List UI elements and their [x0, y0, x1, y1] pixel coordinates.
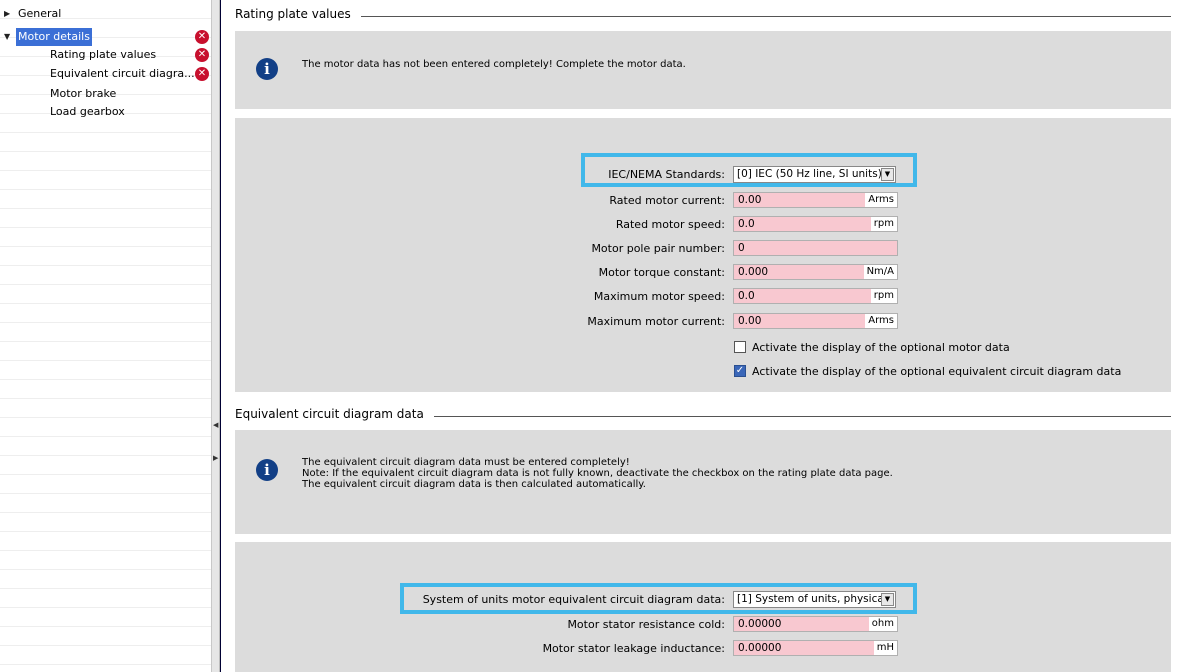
info-panel-ecd: i The equivalent circuit diagram data mu… — [235, 430, 1171, 534]
optional-motor-data-checkbox[interactable]: Activate the display of the optional mot… — [734, 338, 1010, 356]
tree-item-equivalent-circuit[interactable]: Equivalent circuit diagra... — [48, 65, 197, 83]
field-label: Rated motor speed: — [615, 217, 725, 231]
torque-constant-input[interactable]: 0.000 Nm/A — [733, 264, 898, 280]
field-label: Maximum motor current: — [587, 314, 725, 328]
tree-item-general[interactable]: ▶ General — [4, 5, 63, 23]
section-divider — [433, 415, 1171, 417]
unit-label: ohm — [868, 617, 897, 631]
ecd-form-panel: System of units motor equivalent circuit… — [235, 542, 1171, 672]
pole-pair-input[interactable]: 0 — [733, 240, 898, 256]
info-line: Note: If the equivalent circuit diagram … — [302, 468, 893, 479]
content-pane: Rating plate values i The motor data has… — [221, 0, 1178, 672]
units-row: System of units motor equivalent circuit… — [235, 590, 896, 608]
navigation-tree: ▶ General ▼ Motor details Rating plate v… — [0, 0, 212, 672]
field-value: 0.00 — [738, 194, 762, 206]
torque-constant-row: Motor torque constant: 0.000 Nm/A — [235, 263, 898, 281]
section-header-ecd: Equivalent circuit diagram data — [235, 405, 1171, 423]
chevron-down-icon[interactable]: ▼ — [881, 592, 894, 606]
section-title: Equivalent circuit diagram data — [235, 407, 424, 421]
expand-arrow-icon[interactable]: ▶ — [4, 5, 16, 23]
standards-dropdown[interactable]: [0] IEC (50 Hz line, SI units) ▼ — [733, 165, 896, 183]
chevron-down-icon[interactable]: ▼ — [881, 167, 894, 181]
max-current-input[interactable]: 0.00 Arms — [733, 313, 898, 329]
tree-item-motor-details[interactable]: ▼ Motor details — [4, 28, 92, 46]
checkbox-label: Activate the display of the optional equ… — [752, 364, 1122, 378]
rated-current-input[interactable]: 0.00 Arms — [733, 192, 898, 208]
units-label: System of units motor equivalent circuit… — [422, 592, 725, 606]
field-label: Motor torque constant: — [598, 265, 725, 279]
field-value: 0.0 — [738, 218, 755, 230]
optional-ecd-data-checkbox[interactable]: ✓ Activate the display of the optional e… — [734, 362, 1121, 380]
rated-current-row: Rated motor current: 0.00 Arms — [235, 191, 898, 209]
tree-item-motor-brake[interactable]: Motor brake — [48, 85, 118, 103]
unit-label: rpm — [870, 289, 897, 303]
field-value: 0.000 — [738, 266, 769, 278]
stator-resistance-row: Motor stator resistance cold: 0.00000 oh… — [235, 615, 898, 633]
rated-speed-input[interactable]: 0.0 rpm — [733, 216, 898, 232]
tree-item-label: Motor brake — [50, 87, 117, 100]
error-icon: ✕ — [195, 67, 209, 81]
expand-right-icon[interactable]: ▶ — [213, 451, 218, 465]
tree-item-label: Motor details — [16, 28, 92, 46]
checkbox-box[interactable] — [734, 341, 746, 353]
dropdown-value: [0] IEC (50 Hz line, SI units) — [737, 167, 882, 180]
field-label: Maximum motor speed: — [593, 289, 725, 303]
collapse-left-icon[interactable]: ◀ — [213, 418, 218, 432]
unit-label: rpm — [870, 217, 897, 231]
stator-resistance-input[interactable]: 0.00000 ohm — [733, 616, 898, 632]
standards-label: IEC/NEMA Standards: — [608, 167, 725, 181]
tree-item-rating-plate-values[interactable]: Rating plate values — [48, 46, 158, 64]
section-divider — [360, 15, 1171, 17]
info-line: The equivalent circuit diagram data must… — [302, 457, 630, 468]
units-dropdown[interactable]: [1] System of units, physical ▼ — [733, 590, 896, 608]
field-label: Motor stator resistance cold: — [567, 617, 725, 631]
field-value: 0.00 — [738, 315, 762, 327]
rated-speed-row: Rated motor speed: 0.0 rpm — [235, 215, 898, 233]
unit-label: Nm/A — [863, 265, 897, 279]
stator-inductance-row: Motor stator leakage inductance: 0.00000… — [235, 639, 898, 657]
info-icon: i — [256, 58, 278, 80]
max-current-row: Maximum motor current: 0.00 Arms — [235, 312, 898, 330]
field-value: 0 — [738, 242, 745, 254]
error-icon: ✕ — [195, 48, 209, 62]
field-label: Motor stator leakage inductance: — [542, 641, 725, 655]
section-title: Rating plate values — [235, 7, 351, 21]
rating-form-panel: IEC/NEMA Standards: [0] IEC (50 Hz line,… — [235, 118, 1171, 392]
tree-item-label: General — [18, 7, 62, 20]
check-icon[interactable]: ✓ — [734, 365, 746, 377]
tree-item-label: Rating plate values — [50, 48, 157, 61]
info-line: The equivalent circuit diagram data is t… — [302, 479, 646, 490]
max-speed-row: Maximum motor speed: 0.0 rpm — [235, 287, 898, 305]
info-icon: i — [256, 459, 278, 481]
info-message: The motor data has not been entered comp… — [302, 59, 686, 70]
stator-inductance-input[interactable]: 0.00000 mH — [733, 640, 898, 656]
tree-item-label: Equivalent circuit diagra... — [50, 67, 195, 80]
dropdown-value: [1] System of units, physical — [737, 592, 887, 605]
info-panel-rating: i The motor data has not been entered co… — [235, 31, 1171, 109]
field-value: 0.00000 — [738, 618, 782, 630]
pane-splitter[interactable]: ◀ ▶ — [212, 0, 220, 672]
unit-label: Arms — [865, 193, 897, 207]
field-value: 0.00000 — [738, 642, 782, 654]
collapse-arrow-icon[interactable]: ▼ — [4, 28, 16, 46]
standards-row: IEC/NEMA Standards: [0] IEC (50 Hz line,… — [235, 165, 896, 183]
checkbox-label: Activate the display of the optional mot… — [752, 340, 1010, 354]
field-label: Motor pole pair number: — [591, 241, 725, 255]
tree-item-label: Load gearbox — [50, 105, 125, 118]
unit-label: Arms — [865, 314, 897, 328]
tree-item-load-gearbox[interactable]: Load gearbox — [48, 103, 127, 121]
field-value: 0.0 — [738, 290, 755, 302]
unit-label: mH — [873, 641, 897, 655]
section-header-rating: Rating plate values — [235, 5, 1171, 23]
field-label: Rated motor current: — [609, 193, 725, 207]
pole-pair-row: Motor pole pair number: 0 — [235, 239, 898, 257]
error-icon: ✕ — [195, 30, 209, 44]
max-speed-input[interactable]: 0.0 rpm — [733, 288, 898, 304]
